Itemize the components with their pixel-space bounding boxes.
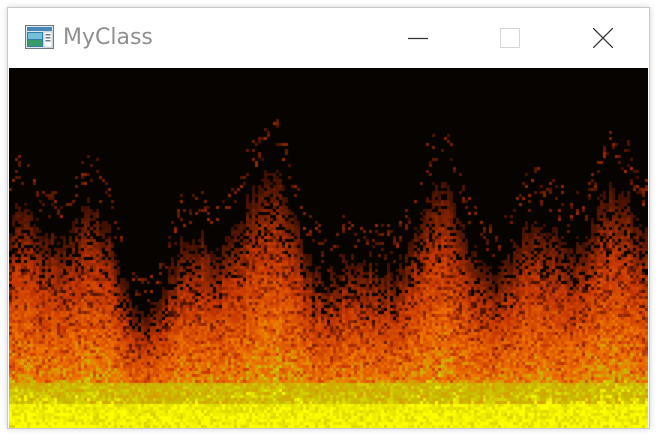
app-icon[interactable] xyxy=(25,25,54,49)
fire-canvas[interactable] xyxy=(9,68,648,428)
app-window: MyClass xyxy=(7,7,650,429)
canvas-area[interactable] xyxy=(9,68,648,428)
maximize-button[interactable] xyxy=(464,8,556,68)
close-button[interactable] xyxy=(557,8,649,68)
window-title: MyClass xyxy=(63,25,153,50)
minimize-button[interactable] xyxy=(372,8,464,68)
minimize-icon xyxy=(408,37,428,40)
maximize-icon xyxy=(500,28,520,48)
close-icon xyxy=(593,28,613,48)
title-bar[interactable]: MyClass xyxy=(8,8,649,68)
